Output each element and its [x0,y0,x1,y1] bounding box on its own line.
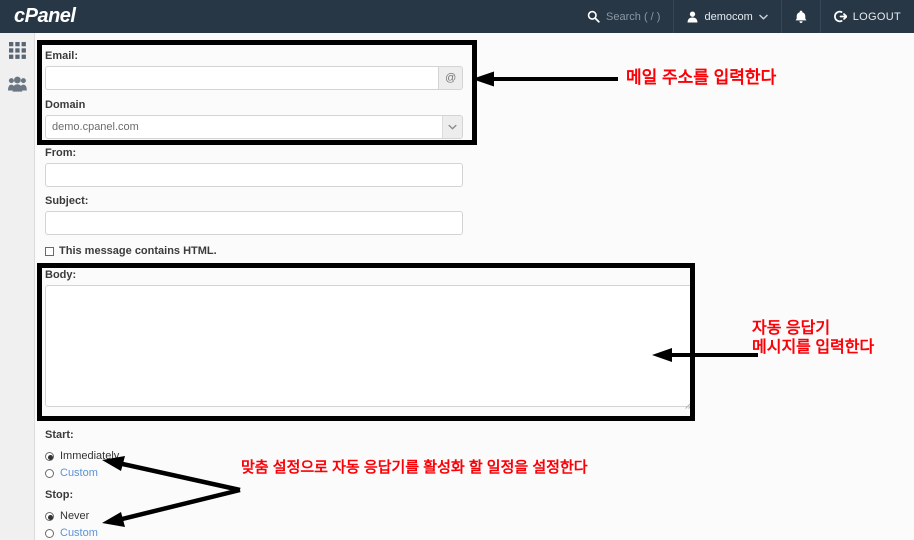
stop-option-custom[interactable]: Custom [45,526,98,540]
from-label: From: [45,147,77,159]
stop-option-never[interactable]: Never [45,509,98,523]
domain-field-group: Domain demo.cpanel.com [45,99,463,139]
start-option-immediately[interactable]: Immediately [45,449,119,463]
start-immediately-label: Immediately [60,450,120,462]
user-menu[interactable]: democom [674,0,780,33]
grid-icon [9,41,26,59]
stop-radio-group: Stop: Never Custom [45,485,98,540]
users-icon [8,76,27,92]
annotation-text-email: 메일 주소를 입력한다 [626,68,777,87]
domain-label: Domain [45,99,86,111]
cpanel-logo[interactable]: cPanel [14,5,76,28]
start-radio-group: Start: Immediately Custom [45,425,119,480]
header-right-group: Search ( / ) democom LOGOUT [574,0,914,33]
domain-select-chevron[interactable] [442,116,462,138]
from-input[interactable] [45,163,463,187]
chevron-down-icon [758,13,768,20]
user-name-label: democom [704,10,753,23]
body-field-group: Body: [45,269,695,412]
subject-field-group: Subject: [45,195,463,235]
at-symbol-addon[interactable]: @ [438,66,463,90]
sidebar-item-user-manager[interactable] [0,67,35,101]
annotation-text-body: 자동 응답기 메시지를 입력한다 [752,320,874,358]
notifications-button[interactable] [782,0,820,33]
bell-icon [795,10,807,24]
search-icon [587,10,600,23]
subject-input[interactable] [45,211,463,235]
user-icon [687,11,698,23]
chevron-down-icon [448,124,457,130]
email-field-group: Email: @ [45,50,463,90]
html-checkbox-label: This message contains HTML. [59,245,217,257]
start-label: Start: [45,429,74,441]
subject-label: Subject: [45,195,89,207]
start-option-custom[interactable]: Custom [45,466,119,480]
annotation-text-body-line1: 자동 응답기 [752,320,831,337]
stop-custom-label[interactable]: Custom [60,527,98,539]
html-checkbox-row[interactable]: This message contains HTML. [45,245,217,257]
annotation-text-schedule: 맞춤 설정으로 자동 응답기를 활성화 할 일정을 설정한다 [241,459,588,476]
start-immediately-radio[interactable] [45,451,54,461]
body-label: Body: [45,269,77,281]
logout-button[interactable]: LOGOUT [821,0,914,33]
stop-never-radio[interactable] [45,511,54,521]
stop-never-label: Never [60,510,90,522]
sidebar-item-apps[interactable] [0,33,35,67]
top-header-bar: cPanel Search ( / ) democom LOGOUT [0,0,914,33]
stop-label: Stop: [45,489,74,501]
logout-label: LOGOUT [852,10,901,23]
stop-custom-radio[interactable] [45,528,54,538]
search-input[interactable]: Search ( / ) [606,11,660,23]
left-sidebar [0,33,35,540]
html-checkbox[interactable] [45,246,54,256]
domain-select[interactable]: demo.cpanel.com [45,115,463,139]
start-custom-radio[interactable] [45,468,54,478]
logout-icon [833,10,847,23]
search-box[interactable]: Search ( / ) [574,0,673,33]
email-label: Email: [45,50,79,62]
from-field-group: From: [45,147,463,187]
start-custom-label[interactable]: Custom [60,467,98,479]
annotation-text-body-line2: 메시지를 입력한다 [752,338,875,356]
email-input[interactable] [45,66,439,90]
email-input-group: @ [45,66,463,90]
body-textarea-wrap [45,285,695,412]
body-textarea[interactable] [45,285,695,407]
domain-select-wrap: demo.cpanel.com [45,115,463,139]
